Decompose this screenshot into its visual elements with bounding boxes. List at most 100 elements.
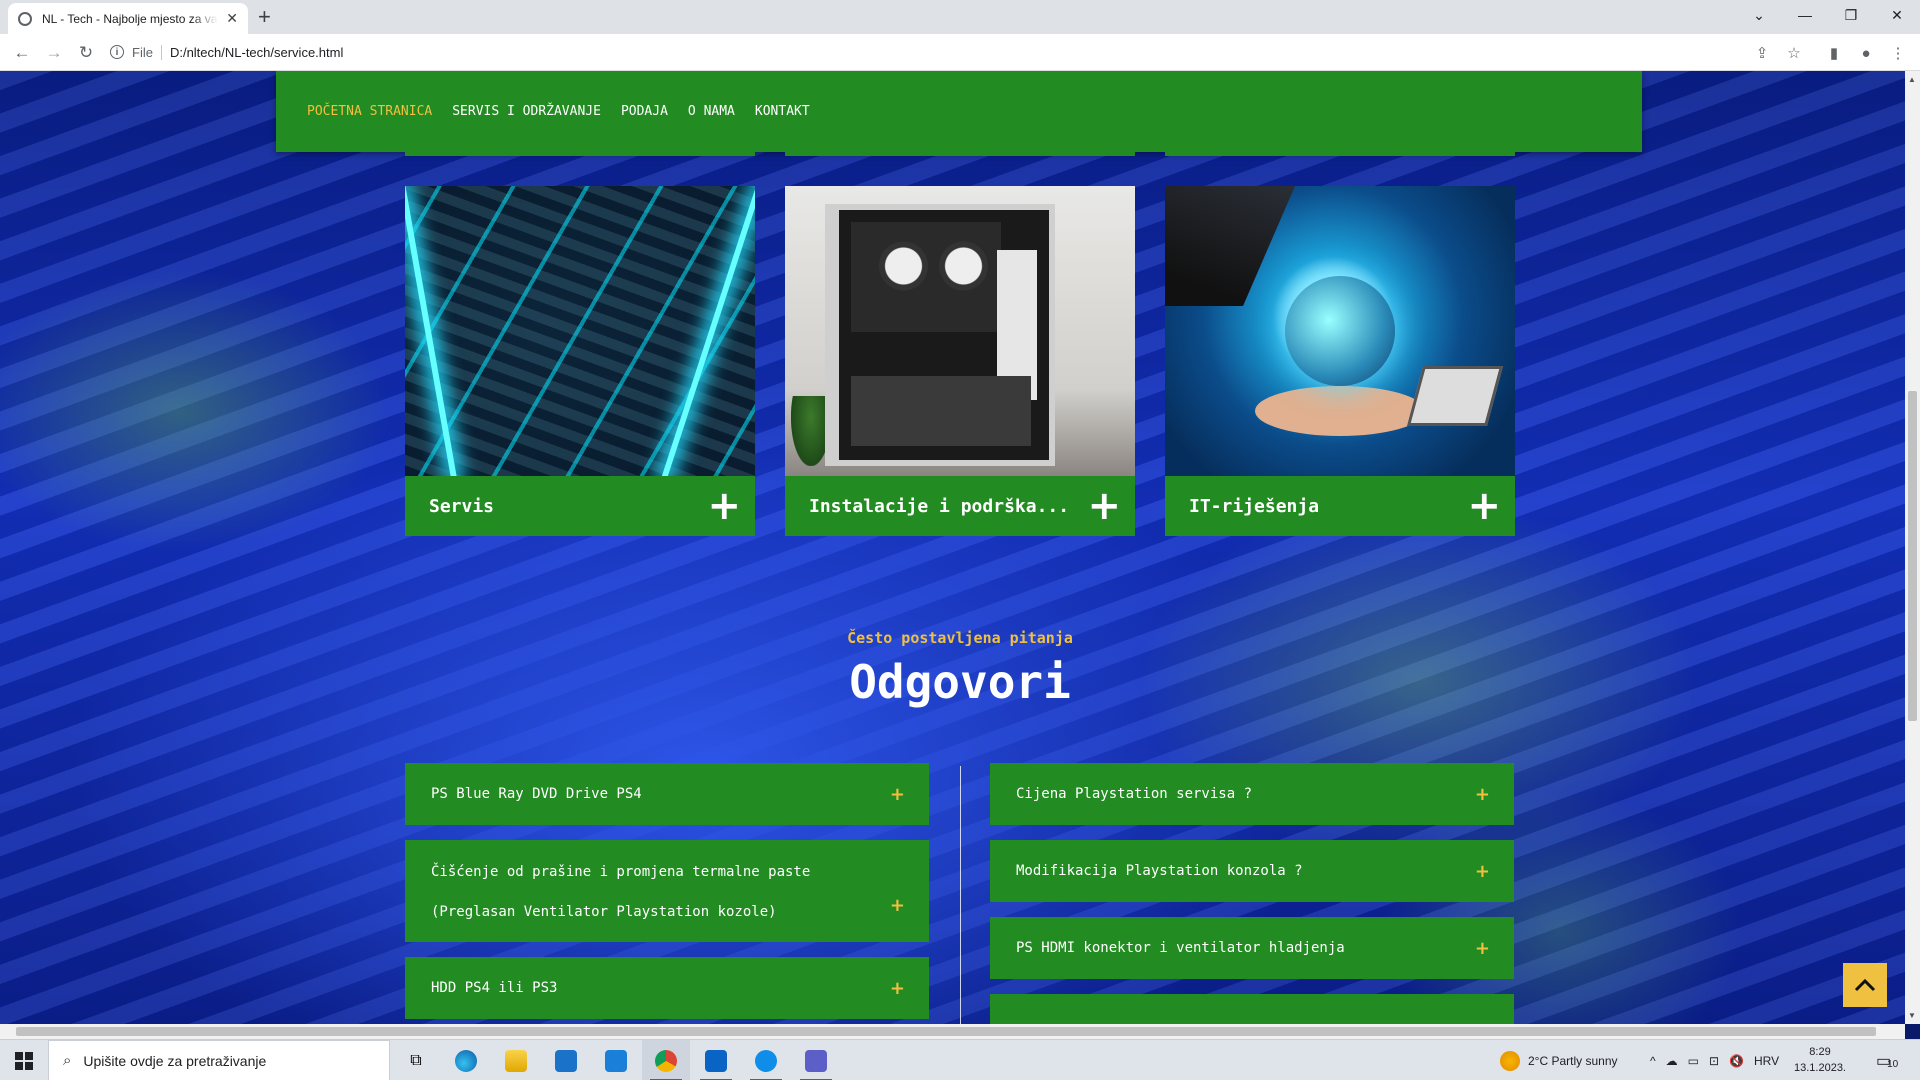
windows-start-button[interactable] — [0, 1040, 48, 1080]
weather-widget[interactable]: 2°C Partly sunny — [1500, 1040, 1618, 1080]
nav-contact[interactable]: KONTAKT — [755, 104, 810, 119]
plus-icon[interactable]: + — [890, 895, 905, 916]
page-viewport: POČETNA STRANICA SERVIS I ODRŽAVANJE POD… — [0, 71, 1905, 1024]
plus-icon[interactable]: + — [1475, 938, 1490, 959]
faq-question: PS HDMI konektor i ventilator hladjenja — [1016, 940, 1345, 956]
outlook-icon[interactable] — [692, 1040, 740, 1080]
browser-toolbar: ← → ↻ i File D:/nltech/NL-tech/service.h… — [0, 34, 1920, 71]
card-bar: IT-riješenja + — [1165, 476, 1515, 536]
reload-icon[interactable]: ↻ — [74, 41, 98, 65]
faq-item[interactable]: PS HDMI konektor i ventilator hladjenja … — [990, 917, 1514, 979]
notification-center-button[interactable]: ▭ 10 — [1876, 1040, 1898, 1080]
side-panel-icon[interactable]: ▮ — [1824, 43, 1844, 63]
share-icon[interactable]: ⇪ — [1752, 43, 1772, 63]
search-placeholder: Upišite ovdje za pretraživanje — [83, 1052, 267, 1069]
show-hidden-icons-icon[interactable]: ^ — [1650, 1054, 1656, 1068]
forward-arrow-icon[interactable]: → — [42, 41, 66, 65]
card-image-pc-internals — [405, 186, 755, 476]
taskbar-clock[interactable]: 8:29 13.1.2023. — [1780, 1044, 1860, 1076]
tab-title: NL - Tech - Najbolje mjesto za va — [42, 11, 218, 26]
clock-date: 13.1.2023. — [1794, 1062, 1846, 1074]
faq-question: PS Blue Ray DVD Drive PS4 — [431, 786, 642, 802]
nav-sales[interactable]: PODAJA — [621, 104, 668, 119]
windows-taskbar: ⌕ Upišite ovdje za pretraživanje ⧉ 2°C P… — [0, 1039, 1920, 1080]
profile-avatar-icon[interactable]: ● — [1856, 43, 1876, 63]
new-tab-button[interactable]: + — [258, 5, 271, 29]
plus-icon[interactable]: + — [1467, 486, 1501, 526]
taskbar-search-input[interactable]: ⌕ Upišite ovdje za pretraživanje — [48, 1040, 390, 1080]
main-navigation: POČETNA STRANICA SERVIS I ODRŽAVANJE POD… — [276, 71, 1642, 152]
faq-item[interactable]: Cijena Playstation servisa ? + — [990, 763, 1514, 825]
volume-muted-icon[interactable]: 🔇 — [1729, 1054, 1744, 1068]
back-arrow-icon[interactable]: ← — [10, 41, 34, 65]
scroll-up-icon[interactable]: ▲ — [1908, 75, 1916, 84]
card-strip — [785, 152, 1135, 156]
onedrive-icon[interactable]: ☁ — [1666, 1054, 1678, 1068]
notification-count: 10 — [1887, 1059, 1899, 1070]
battery-icon[interactable]: ▭ — [1688, 1054, 1699, 1068]
info-icon[interactable]: i — [110, 45, 124, 59]
network-icon[interactable]: ⊡ — [1709, 1054, 1719, 1068]
system-tray: ^ ☁ ▭ ⊡ 🔇 HRV — [1650, 1040, 1779, 1080]
menu-kebab-icon[interactable]: ⋮ — [1888, 43, 1908, 63]
card-strip — [405, 152, 755, 156]
mail-icon[interactable] — [592, 1040, 640, 1080]
faq-question: Cijena Playstation servisa ? — [1016, 786, 1253, 802]
bookmark-star-icon[interactable]: ☆ — [1784, 43, 1804, 63]
task-view-icon[interactable]: ⧉ — [392, 1040, 440, 1080]
faq-question: Modifikacija Playstation konzola ? — [1016, 863, 1303, 879]
plus-icon[interactable]: + — [1087, 486, 1121, 526]
faq-item[interactable]: Čišćenje od prašine i promjena termalne … — [405, 840, 929, 942]
teams-icon[interactable] — [792, 1040, 840, 1080]
horizontal-scrollbar[interactable] — [0, 1024, 1905, 1039]
teamviewer-icon[interactable] — [742, 1040, 790, 1080]
globe-icon — [18, 11, 32, 26]
clock-time: 8:29 — [1809, 1046, 1831, 1058]
plus-icon[interactable]: + — [890, 978, 905, 999]
card-bar: Instalacije i podrška... + — [785, 476, 1135, 536]
tab-search-icon[interactable]: ⌄ — [1736, 0, 1782, 30]
vertical-scrollbar[interactable]: ▲ ▼ — [1905, 71, 1920, 1024]
nav-service[interactable]: SERVIS I ODRŽAVANJE — [452, 104, 601, 119]
faq-pretitle: Često postavljena pitanja — [847, 629, 1073, 647]
faq-item[interactable]: HDD PS4 ili PS3 + — [405, 957, 929, 1019]
edge-icon[interactable] — [442, 1040, 490, 1080]
scrollbar-thumb[interactable] — [16, 1027, 1876, 1036]
search-icon: ⌕ — [63, 1052, 72, 1069]
plus-icon[interactable]: + — [1475, 784, 1490, 805]
browser-tab[interactable]: NL - Tech - Najbolje mjesto za va ✕ — [8, 3, 248, 34]
address-bar[interactable]: i File D:/nltech/NL-tech/service.html — [110, 38, 1790, 66]
scroll-down-icon[interactable]: ▼ — [1908, 1011, 1916, 1020]
plus-icon[interactable]: + — [1475, 861, 1490, 882]
faq-item-partial[interactable] — [990, 994, 1514, 1024]
store-icon[interactable] — [542, 1040, 590, 1080]
nav-about[interactable]: O NAMA — [688, 104, 735, 119]
back-to-top-button[interactable] — [1843, 963, 1887, 1007]
service-card-installations[interactable]: Instalacije i podrška... + — [785, 186, 1135, 536]
card-title: IT-riješenja — [1189, 495, 1320, 517]
faq-item[interactable]: PS Blue Ray DVD Drive PS4 + — [405, 763, 929, 825]
restore-button[interactable]: ❐ — [1828, 0, 1874, 30]
faq-divider — [960, 766, 961, 1024]
card-title: Servis — [429, 495, 495, 517]
scrollbar-thumb[interactable] — [1908, 391, 1917, 721]
plus-icon[interactable]: + — [707, 486, 741, 526]
close-tab-icon[interactable]: ✕ — [226, 10, 238, 27]
nav-home[interactable]: POČETNA STRANICA — [307, 104, 432, 119]
faq-item[interactable]: Modifikacija Playstation konzola ? + — [990, 840, 1514, 902]
minimize-button[interactable]: — — [1782, 0, 1828, 30]
close-window-button[interactable]: ✕ — [1874, 0, 1920, 30]
card-image-pc-case — [785, 186, 1135, 476]
file-explorer-icon[interactable] — [492, 1040, 540, 1080]
service-card-it-solutions[interactable]: IT-riješenja + — [1165, 186, 1515, 536]
card-image-it-network — [1165, 186, 1515, 476]
address-scheme: File — [132, 44, 162, 60]
address-url: D:/nltech/NL-tech/service.html — [169, 44, 344, 60]
browser-tab-strip: NL - Tech - Najbolje mjesto za va ✕ + ⌄ … — [0, 0, 1920, 34]
language-indicator[interactable]: HRV — [1754, 1054, 1779, 1068]
service-card-servis[interactable]: Servis + — [405, 186, 755, 536]
plus-icon[interactable]: + — [890, 784, 905, 805]
faq-question: HDD PS4 ili PS3 — [431, 980, 558, 996]
chrome-icon[interactable] — [642, 1040, 690, 1080]
weather-sun-icon — [1500, 1050, 1520, 1071]
